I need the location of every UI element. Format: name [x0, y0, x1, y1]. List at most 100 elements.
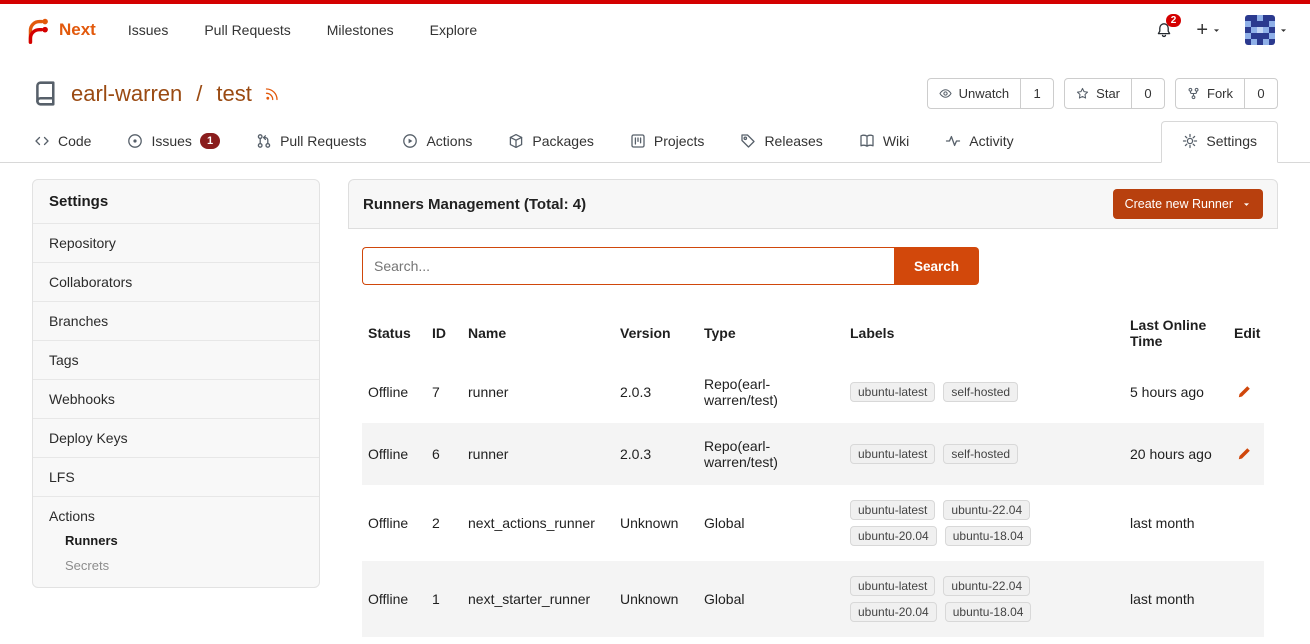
forgejo-logo-icon [22, 15, 52, 45]
last-online-time: last month [1130, 591, 1195, 607]
tab-label: Settings [1206, 133, 1257, 149]
runner-name: next_starter_runner [468, 591, 590, 607]
table-row: Offline 2 next_actions_runner Unknown Gl… [362, 485, 1264, 561]
star-button[interactable]: Star [1065, 79, 1132, 108]
nav-link-pull-requests[interactable]: Pull Requests [204, 22, 290, 38]
sidebar-item-webhooks[interactable]: Webhooks [33, 379, 319, 418]
tab-code[interactable]: Code [32, 122, 93, 162]
table-row: Offline 1 next_starter_runner Unknown Gl… [362, 561, 1264, 637]
navbar-right: 2 + [1156, 15, 1288, 45]
runners-table: Status ID Name Version Type Labels Last … [362, 305, 1264, 637]
nav-link-explore[interactable]: Explore [430, 22, 477, 38]
chevron-down-icon [1242, 200, 1251, 209]
tag-icon [740, 133, 756, 149]
notifications-button[interactable]: 2 [1156, 22, 1172, 38]
search-input[interactable] [362, 247, 894, 285]
runner-labels: ubuntu-latest ubuntu-22.04 ubuntu-20.04 … [850, 576, 1050, 622]
sidebar-item-deploy-keys[interactable]: Deploy Keys [33, 418, 319, 457]
repo-name-link[interactable]: test [216, 81, 251, 107]
runner-labels: ubuntu-latest self-hosted [850, 382, 1050, 402]
runners-panel-body: Search Status ID Name Version Type Label… [348, 229, 1278, 643]
tab-projects[interactable]: Projects [628, 122, 707, 162]
col-header-version: Version [614, 305, 698, 361]
play-circle-icon [402, 133, 418, 149]
nav-link-milestones[interactable]: Milestones [327, 22, 394, 38]
runner-status: Offline [368, 591, 408, 607]
runner-label: ubuntu-latest [850, 576, 935, 596]
brand-name: Next [59, 20, 96, 40]
sidebar-item-runners[interactable]: Runners [65, 533, 303, 548]
sidebar-item-secrets[interactable]: Secrets [65, 558, 303, 573]
nav-link-issues[interactable]: Issues [128, 22, 168, 38]
sidebar-item-repository[interactable]: Repository [33, 223, 319, 262]
star-count[interactable]: 0 [1132, 79, 1164, 108]
tab-label: Releases [764, 133, 822, 149]
search-button[interactable]: Search [894, 247, 979, 285]
watch-count[interactable]: 1 [1021, 79, 1053, 108]
last-online-time: 20 hours ago [1130, 446, 1212, 462]
runner-label: ubuntu-latest [850, 382, 935, 402]
repo-owner-link[interactable]: earl-warren [71, 81, 182, 107]
star-icon [1076, 87, 1089, 100]
sidebar-item-branches[interactable]: Branches [33, 301, 319, 340]
top-navbar: Next Issues Pull Requests Milestones Exp… [0, 4, 1310, 56]
create-new-dropdown[interactable]: + [1196, 20, 1221, 40]
notification-count-badge: 2 [1166, 14, 1182, 27]
fork-button[interactable]: Fork [1176, 79, 1245, 108]
tab-packages[interactable]: Packages [506, 122, 595, 162]
eye-icon [939, 87, 952, 100]
tab-pull-requests[interactable]: Pull Requests [254, 122, 368, 162]
tab-label: Wiki [883, 133, 909, 149]
runner-label: ubuntu-22.04 [943, 500, 1030, 520]
sidebar-item-actions[interactable]: Actions [49, 508, 303, 524]
tab-label: Projects [654, 133, 705, 149]
tab-label: Pull Requests [280, 133, 366, 149]
runner-id: 6 [432, 446, 440, 462]
create-runner-button[interactable]: Create new Runner [1113, 189, 1263, 219]
forgejo-logo-home-link[interactable]: Next [22, 15, 96, 45]
runner-label: ubuntu-latest [850, 500, 935, 520]
tab-wiki[interactable]: Wiki [857, 122, 911, 162]
last-online-time: 5 hours ago [1130, 384, 1204, 400]
user-menu-dropdown[interactable] [1245, 15, 1288, 45]
repo-header: earl-warren / test Unwatch 1 Star [0, 56, 1310, 121]
repo-separator: / [196, 81, 202, 107]
tab-settings[interactable]: Settings [1161, 121, 1278, 163]
table-header-row: Status ID Name Version Type Labels Last … [362, 305, 1264, 361]
sidebar-item-lfs[interactable]: LFS [33, 457, 319, 496]
repo-icon [32, 80, 59, 107]
chevron-down-icon [1212, 26, 1221, 35]
sidebar-item-collaborators[interactable]: Collaborators [33, 262, 319, 301]
col-header-id: ID [426, 305, 462, 361]
package-icon [508, 133, 524, 149]
tab-issues[interactable]: Issues 1 [125, 122, 222, 162]
runner-status: Offline [368, 384, 408, 400]
repo-title: earl-warren / test [32, 80, 280, 107]
tab-label: Actions [426, 133, 472, 149]
col-header-edit: Edit [1228, 305, 1264, 361]
tab-label: Issues [151, 133, 191, 149]
fork-button-group: Fork 0 [1175, 78, 1278, 109]
unwatch-button[interactable]: Unwatch [928, 79, 1022, 108]
runner-name: next_actions_runner [468, 515, 595, 531]
settings-sidebar: Settings Repository Collaborators Branch… [32, 179, 320, 588]
repo-action-buttons: Unwatch 1 Star 0 Fork 0 [927, 78, 1278, 109]
rss-icon[interactable] [264, 86, 280, 102]
runner-name: runner [468, 384, 508, 400]
tab-releases[interactable]: Releases [738, 122, 824, 162]
runner-id: 1 [432, 591, 440, 607]
settings-content: Settings Repository Collaborators Branch… [0, 163, 1310, 644]
runner-label: ubuntu-20.04 [850, 602, 937, 622]
fork-count[interactable]: 0 [1245, 79, 1277, 108]
sidebar-item-tags[interactable]: Tags [33, 340, 319, 379]
fork-icon [1187, 87, 1200, 100]
edit-runner-button[interactable] [1234, 444, 1254, 464]
edit-runner-button[interactable] [1234, 382, 1254, 402]
pencil-icon [1236, 384, 1252, 400]
runner-version: Unknown [620, 515, 678, 531]
chevron-down-icon [1279, 26, 1288, 35]
plus-icon: + [1196, 20, 1208, 40]
tab-activity[interactable]: Activity [943, 122, 1015, 162]
tab-actions[interactable]: Actions [400, 122, 474, 162]
top-nav-links: Issues Pull Requests Milestones Explore [128, 22, 477, 38]
